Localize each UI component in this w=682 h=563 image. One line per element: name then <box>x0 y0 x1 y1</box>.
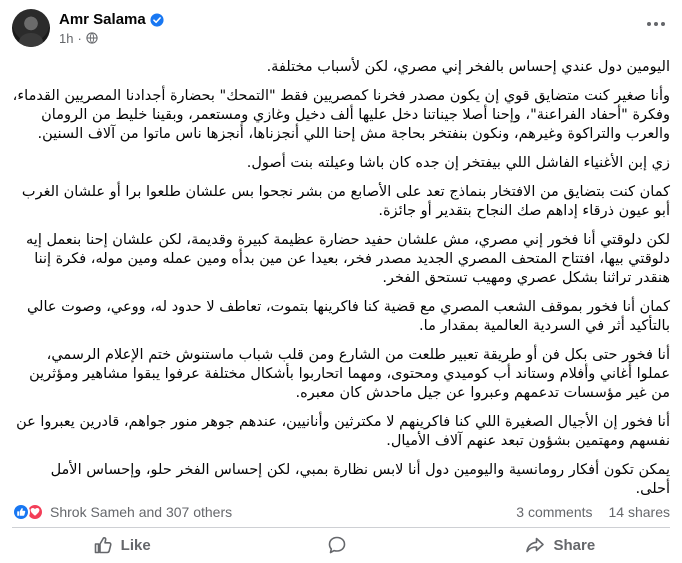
comment-button[interactable] <box>231 530 450 560</box>
post-paragraph: زي إبن الأغنياء الفاشل اللي بيفتخر إن جد… <box>246 155 670 171</box>
divider <box>12 527 670 528</box>
share-label: Share <box>553 536 596 554</box>
post-paragraph: كمان أنا فخور بموقف الشعب المصري مع قضية… <box>26 299 670 334</box>
post-header: Amr Salama 1h · <box>12 8 164 48</box>
verified-badge-icon <box>150 12 164 27</box>
author-block: Amr Salama 1h · <box>59 11 164 46</box>
post-time[interactable]: 1h <box>59 31 73 46</box>
post-paragraph: كمان كنت بتضايق من الافتخار بنماذج تعد ع… <box>21 184 670 219</box>
author-row: Amr Salama <box>59 11 164 29</box>
post-text: اليومين دول عندي إحساس بالفخر إني مصري، … <box>12 58 670 509</box>
more-options-icon[interactable] <box>644 14 668 34</box>
meta-separator: · <box>77 30 82 46</box>
engagement-bar: Shrok Sameh and 307 others 3 comments 14… <box>12 502 670 522</box>
like-icon <box>94 537 112 554</box>
shares-count[interactable]: 14 shares <box>609 504 670 520</box>
post-meta: 1h · <box>59 31 164 46</box>
post-paragraph: يمكن تكون أفكار رومانسية واليومين دول أن… <box>50 462 670 497</box>
avatar[interactable] <box>12 9 50 47</box>
post-paragraph: أنا فخور إن الأجيال الصغيرة اللي كنا فاك… <box>16 414 670 449</box>
post-paragraph: وأنا صغير كنت متضايق قوي إن يكون مصدر فخ… <box>12 88 670 142</box>
comment-icon <box>328 536 346 554</box>
like-button[interactable]: Like <box>12 530 231 560</box>
like-label: Like <box>120 536 151 554</box>
engagement-counts: 3 comments 14 shares <box>516 504 670 520</box>
reactors-text[interactable]: Shrok Sameh and 307 others <box>50 504 232 520</box>
post-paragraph: اليومين دول عندي إحساس بالفخر إني مصري، … <box>266 59 670 75</box>
reaction-icons <box>12 503 44 521</box>
reactions-summary[interactable]: Shrok Sameh and 307 others <box>12 503 232 521</box>
like-reaction-icon <box>12 503 30 521</box>
globe-icon[interactable] <box>86 32 98 44</box>
share-icon <box>526 537 545 553</box>
comments-count[interactable]: 3 comments <box>516 504 592 520</box>
share-button[interactable]: Share <box>451 530 670 560</box>
author-name[interactable]: Amr Salama <box>59 11 146 29</box>
post-paragraph: لكن دلوقتي أنا فخور إني مصري، مش علشان ح… <box>26 232 670 286</box>
post-paragraph: أنا فخور حتى بكل فن أو طريقة تعبير طلعت … <box>29 347 670 401</box>
action-bar: Like Share <box>12 530 670 560</box>
